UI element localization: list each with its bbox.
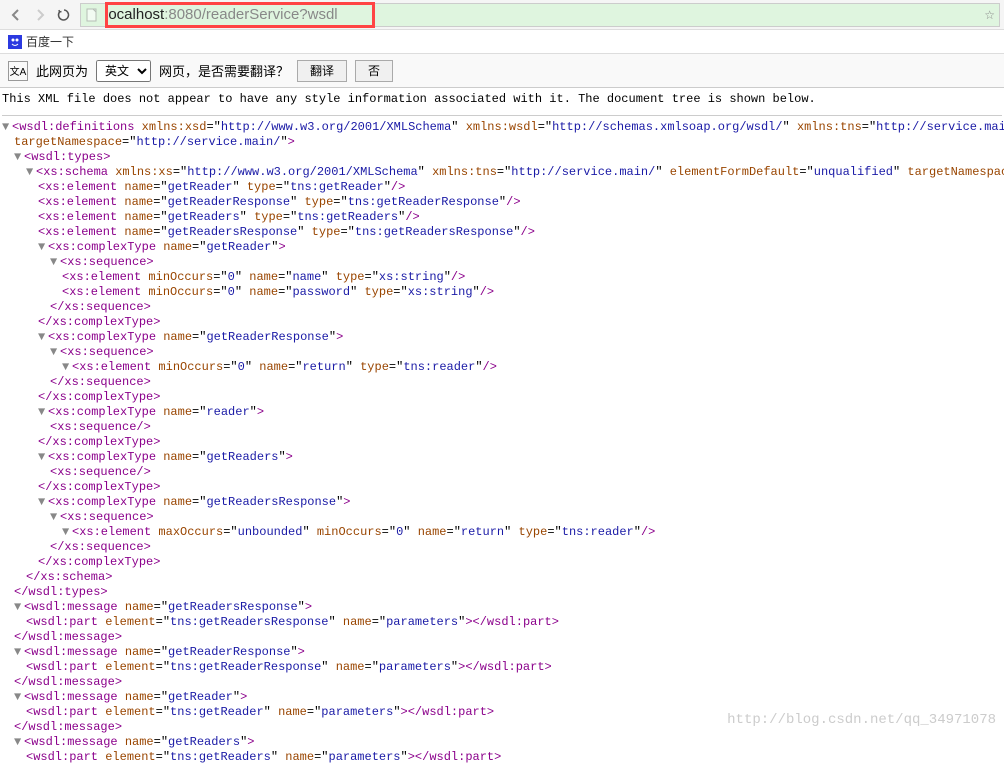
xml-line: ▼<wsdl:definitions xmlns:xsd="http://www… [2,120,1002,135]
collapse-triangle-icon[interactable]: ▼ [50,255,58,270]
xml-line: ▼<xs:element minOccurs="0" name="return"… [2,360,1002,375]
xml-line: targetNamespace="http://service.main/"> [2,135,1002,150]
translate-button[interactable]: 翻译 [297,60,347,82]
translate-prefix: 此网页为 [36,61,88,80]
xml-line: <wsdl:part element="tns:getReadersRespon… [2,615,1002,630]
xml-line: </xs:complexType> [2,480,1002,495]
collapse-triangle-icon[interactable]: ▼ [62,525,70,540]
xml-line: ▼<xs:complexType name="getReaderResponse… [2,330,1002,345]
collapse-triangle-icon[interactable]: ▼ [38,330,46,345]
xml-line: <xs:element name="getReaders" type="tns:… [2,210,1002,225]
translate-icon: 文A [8,61,28,81]
forward-button[interactable] [28,3,52,27]
xml-line: ▼<wsdl:message name="getReaderResponse"> [2,645,1002,660]
xml-line: ▼<wsdl:message name="getReadersResponse"… [2,600,1002,615]
collapse-triangle-icon[interactable]: ▼ [50,510,58,525]
xml-line: ▼<xs:complexType name="getReader"> [2,240,1002,255]
xml-line: </xs:sequence> [2,540,1002,555]
xml-notice: This XML file does not appear to have an… [2,92,1002,116]
xml-line: </wsdl:message> [2,630,1002,645]
collapse-triangle-icon[interactable]: ▼ [14,645,22,660]
xml-line: </xs:schema> [2,570,1002,585]
collapse-triangle-icon[interactable]: ▼ [38,405,46,420]
xml-line: <xs:element minOccurs="0" name="password… [2,285,1002,300]
collapse-triangle-icon[interactable]: ▼ [38,240,46,255]
xml-line: </xs:complexType> [2,435,1002,450]
collapse-triangle-icon[interactable]: ▼ [14,150,22,165]
collapse-triangle-icon[interactable]: ▼ [2,120,10,135]
xml-line: ▼<xs:sequence> [2,345,1002,360]
translate-lang-select[interactable]: 英文 [96,60,151,82]
watermark: http://blog.csdn.net/qq_34971078 [727,712,996,728]
xml-line: <xs:sequence/> [2,420,1002,435]
bookmark-star-icon[interactable]: ☆ [984,8,995,22]
page-icon [85,8,99,22]
xml-line: ▼<wsdl:message name="getReader"> [2,690,1002,705]
translate-no-button[interactable]: 否 [355,60,393,82]
xml-line: ▼<xs:complexType name="reader"> [2,405,1002,420]
xml-line: <xs:element minOccurs="0" name="name" ty… [2,270,1002,285]
collapse-triangle-icon[interactable]: ▼ [14,600,22,615]
xml-line: ▼<wsdl:message name="getReaders"> [2,735,1002,750]
xml-line: ▼<xs:element maxOccurs="unbounded" minOc… [2,525,1002,540]
xml-line: ▼<xs:complexType name="getReaders"> [2,450,1002,465]
bookmarks-bar: 百度一下 [0,30,1004,54]
collapse-triangle-icon[interactable]: ▼ [50,345,58,360]
reload-button[interactable] [52,3,76,27]
collapse-triangle-icon[interactable]: ▼ [62,360,70,375]
translate-suffix: 网页，是否需要翻译？ [159,61,289,80]
xml-line: ▼<xs:schema xmlns:xs="http://www.w3.org/… [2,165,1002,180]
xml-line: <xs:element name="getReadersResponse" ty… [2,225,1002,240]
xml-line: <xs:element name="getReaderResponse" typ… [2,195,1002,210]
back-button[interactable] [4,3,28,27]
xml-line: </xs:sequence> [2,375,1002,390]
xml-content: This XML file does not appear to have an… [0,88,1004,769]
collapse-triangle-icon[interactable]: ▼ [38,450,46,465]
xml-line: ▼<wsdl:types> [2,150,1002,165]
url-bar[interactable]: localhost:8080/readerService?wsdl ☆ [80,3,1000,27]
browser-toolbar: localhost:8080/readerService?wsdl ☆ [0,0,1004,30]
xml-line: </xs:sequence> [2,300,1002,315]
xml-line: ▼<xs:sequence> [2,510,1002,525]
xml-line: </wsdl:types> [2,585,1002,600]
collapse-triangle-icon[interactable]: ▼ [14,735,22,750]
xml-line: </xs:complexType> [2,315,1002,330]
url-text: localhost:8080/readerService?wsdl [105,6,338,23]
xml-line: <xs:sequence/> [2,465,1002,480]
xml-line: <wsdl:part element="tns:getReaderRespons… [2,660,1002,675]
translate-bar: 文A 此网页为 英文 网页，是否需要翻译？ 翻译 否 [0,54,1004,88]
collapse-triangle-icon[interactable]: ▼ [14,690,22,705]
xml-line: </wsdl:message> [2,675,1002,690]
xml-line: <xs:element name="getReader" type="tns:g… [2,180,1002,195]
collapse-triangle-icon[interactable]: ▼ [26,165,34,180]
xml-line: </xs:complexType> [2,390,1002,405]
baidu-favicon [8,35,22,49]
xml-line: ▼<xs:complexType name="getReadersRespons… [2,495,1002,510]
bookmark-item[interactable]: 百度一下 [26,33,74,50]
xml-line: </xs:complexType> [2,555,1002,570]
xml-line: ▼<xs:sequence> [2,255,1002,270]
collapse-triangle-icon[interactable]: ▼ [38,495,46,510]
xml-line: <wsdl:part element="tns:getReaders" name… [2,750,1002,765]
